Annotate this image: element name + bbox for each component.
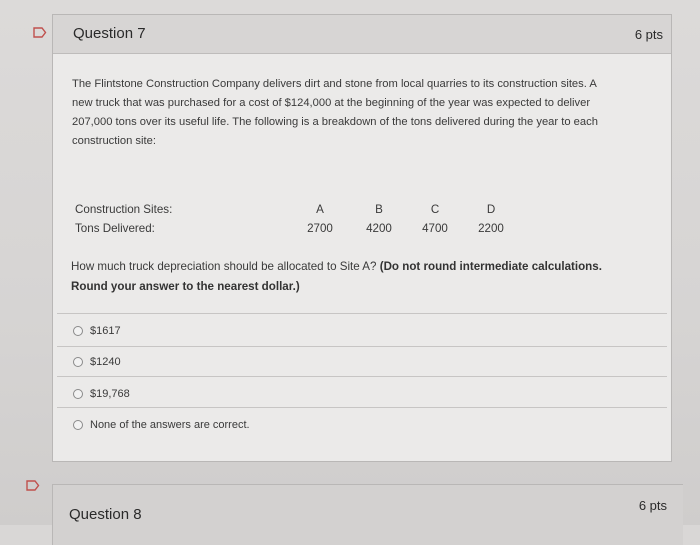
answer-divider: [57, 346, 667, 347]
answer-label[interactable]: $1617: [90, 325, 121, 337]
sites-row-label: Construction Sites:: [75, 203, 173, 216]
answer-option-2[interactable]: $1240: [73, 353, 121, 371]
flag-icon[interactable]: [26, 480, 40, 491]
question-body-line: 207,000 tons over its useful life. The f…: [72, 116, 598, 128]
radio-button-icon[interactable]: [73, 389, 83, 399]
radio-button-icon[interactable]: [73, 326, 83, 336]
radio-button-icon[interactable]: [73, 420, 83, 430]
answer-divider: [57, 407, 667, 408]
tons-value-c: 4700: [422, 222, 448, 235]
radio-button-icon[interactable]: [73, 357, 83, 367]
answer-divider: [57, 376, 667, 377]
question-8-card: Question 8 6 pts: [52, 484, 683, 545]
question-7-header: Question 7 6 pts: [53, 15, 671, 54]
answer-option-3[interactable]: $19,768: [73, 385, 130, 403]
tons-value-a: 2700: [307, 222, 333, 235]
answer-divider: [57, 313, 667, 314]
answer-label[interactable]: $1240: [90, 356, 121, 368]
site-header-d: D: [486, 203, 496, 216]
question-title: Question 7: [73, 25, 146, 42]
flag-icon[interactable]: [33, 27, 47, 38]
question-body-line: construction site:: [72, 135, 156, 147]
prompt-instruction-1: (Do not round intermediate calculations.: [379, 260, 602, 273]
tons-value-d: 2200: [478, 222, 504, 235]
site-header-c: C: [430, 203, 440, 216]
question-prompt: How much truck depreciation should be al…: [71, 257, 661, 297]
answer-option-1[interactable]: $1617: [73, 322, 121, 340]
answer-option-4[interactable]: None of the answers are correct.: [73, 416, 250, 434]
question-title: Question 8: [69, 506, 142, 523]
question-body-line: The Flintstone Construction Company deli…: [72, 78, 597, 90]
tons-value-b: 4200: [366, 222, 392, 235]
site-header-a: A: [316, 203, 324, 216]
question-body-line: new truck that was purchased for a cost …: [72, 97, 591, 109]
question-points: 6 pts: [638, 498, 667, 513]
site-header-b: B: [375, 203, 383, 216]
tons-row-label: Tons Delivered:: [75, 222, 155, 235]
prompt-instruction-2: Round your answer to the nearest dollar.…: [71, 280, 300, 293]
question-7-card: Question 7 6 pts The Flintstone Construc…: [52, 14, 672, 462]
prompt-text: How much truck depreciation should be al…: [71, 260, 380, 273]
question-points: 6 pts: [634, 27, 663, 42]
answer-label[interactable]: $19,768: [90, 388, 130, 400]
answer-label[interactable]: None of the answers are correct.: [90, 419, 250, 431]
question-body: The Flintstone Construction Company deli…: [72, 75, 664, 151]
